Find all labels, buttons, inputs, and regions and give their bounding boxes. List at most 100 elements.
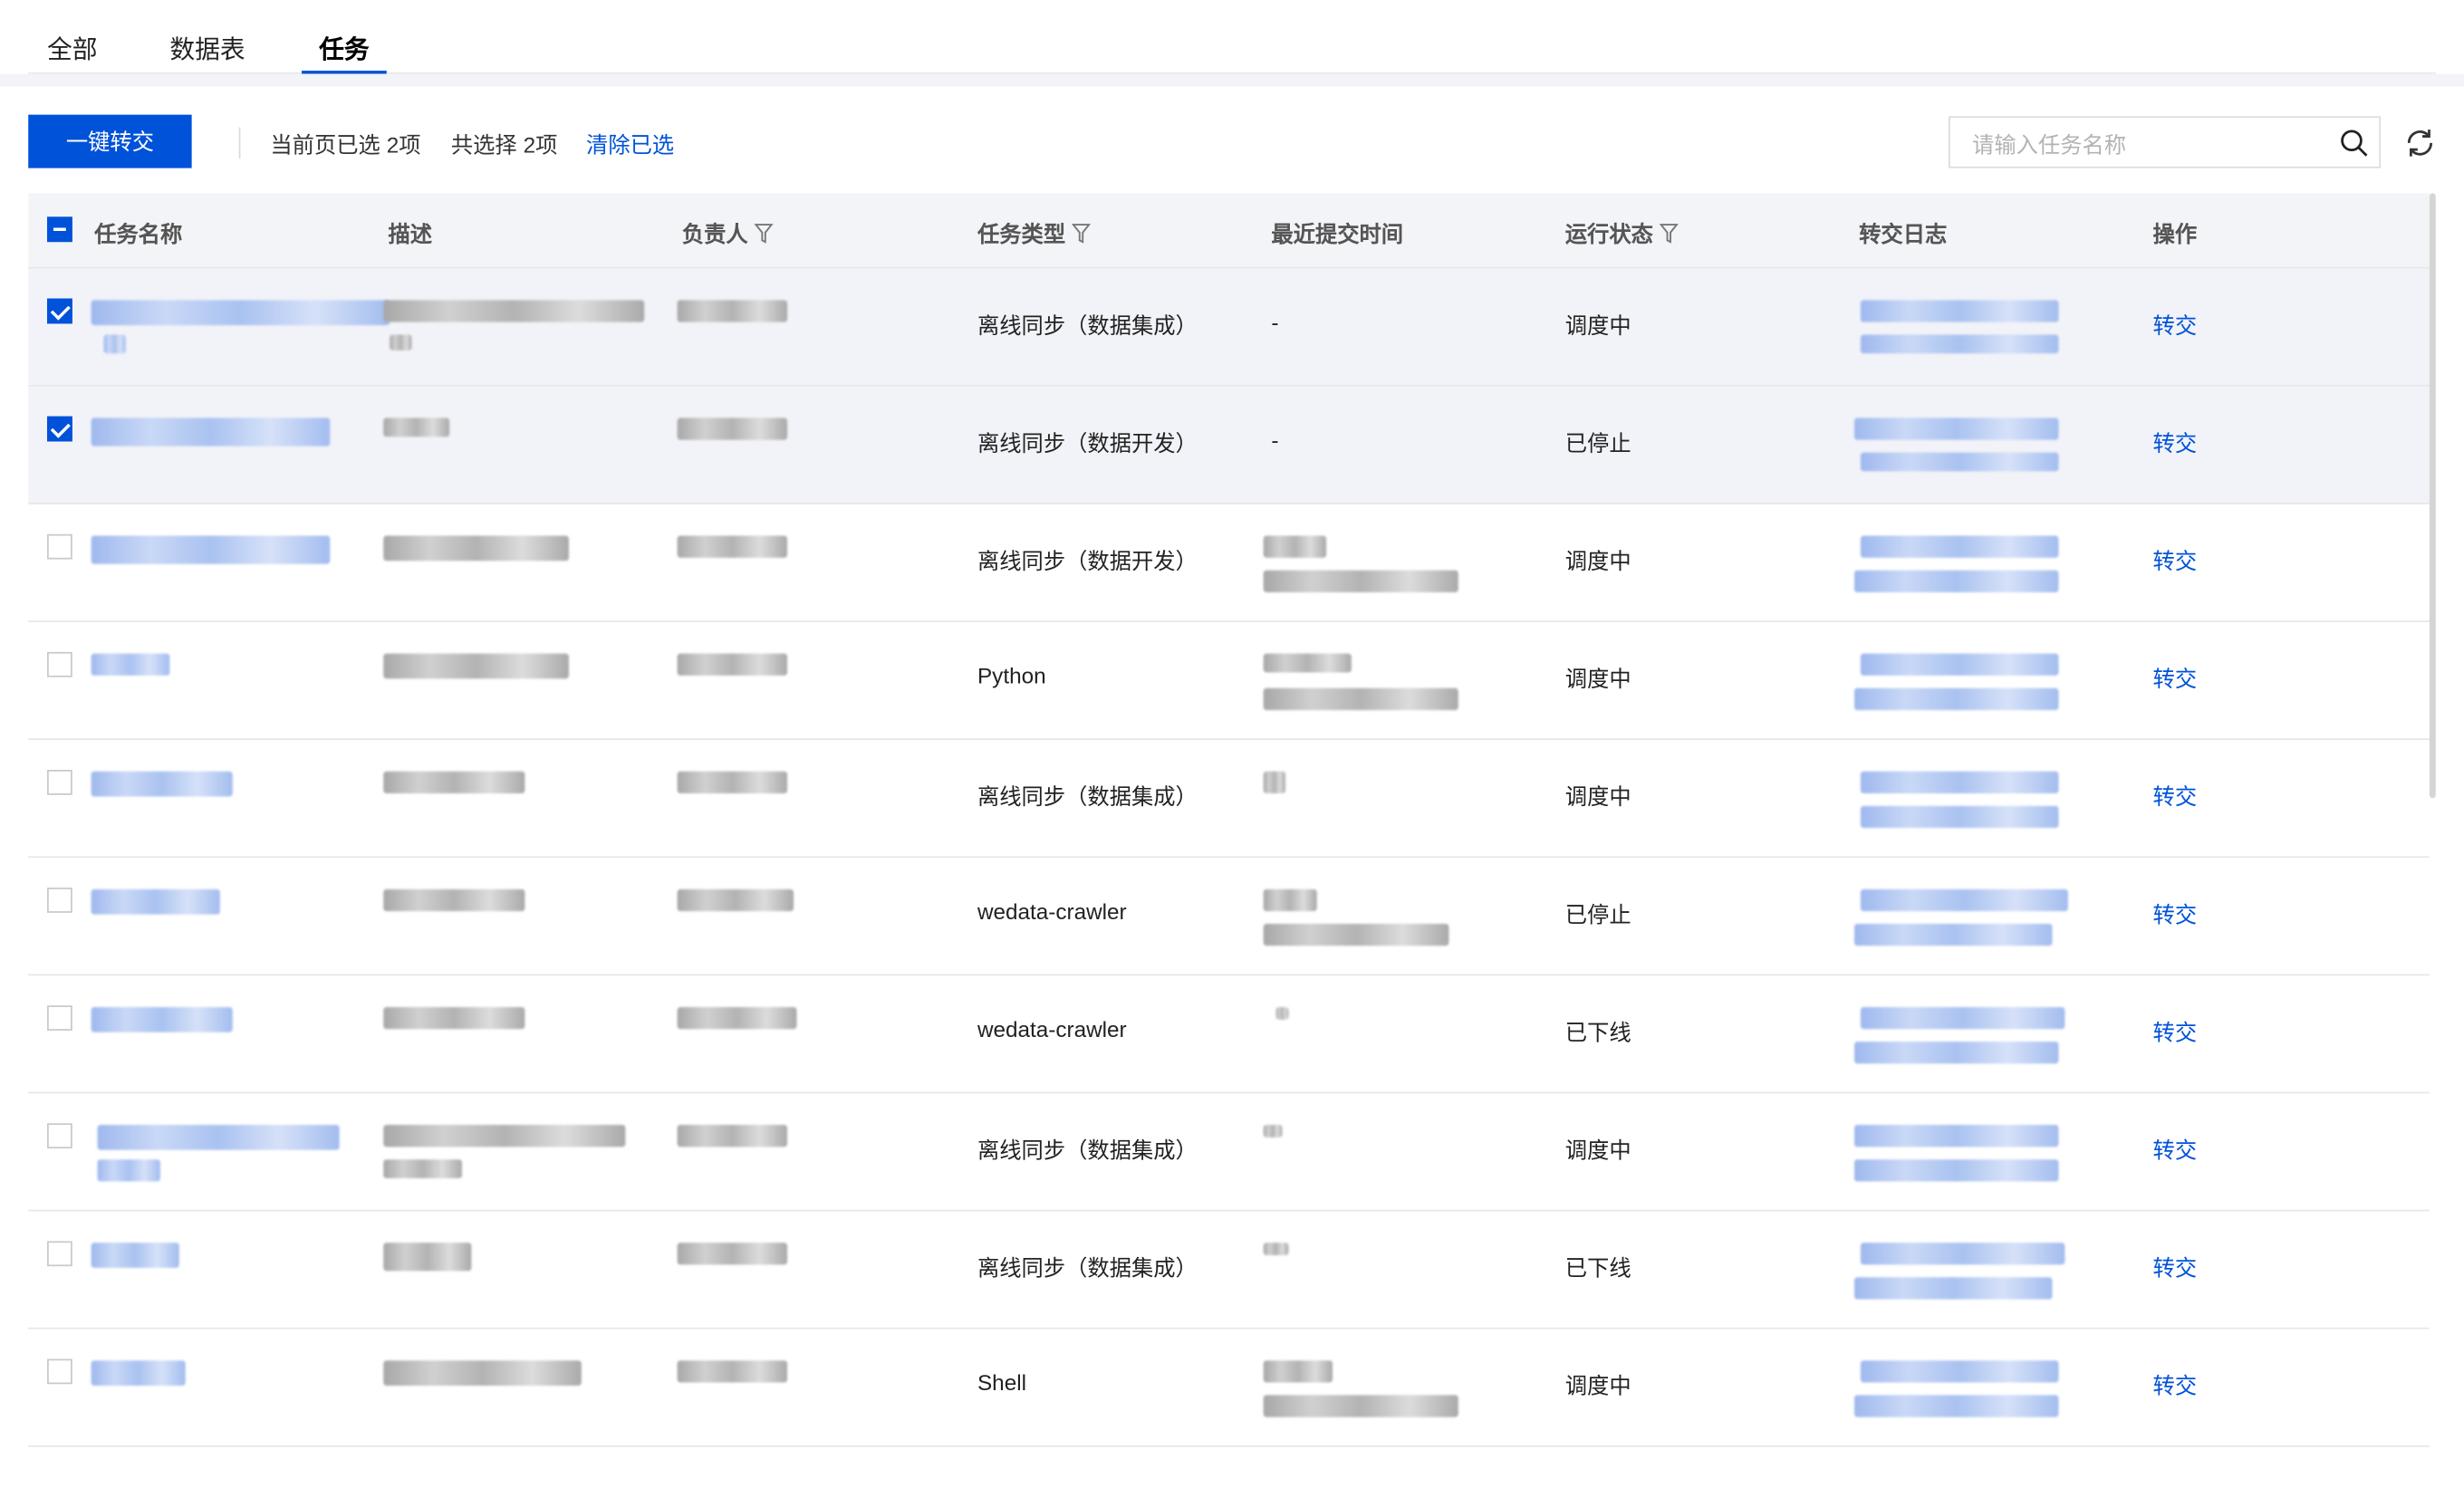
redacted-task-name[interactable] xyxy=(97,1159,160,1182)
row-checkbox[interactable] xyxy=(47,1123,72,1149)
transfer-link[interactable]: 转交 xyxy=(2153,310,2198,341)
row-checkbox[interactable] xyxy=(47,533,72,560)
row-checkbox[interactable] xyxy=(47,1005,72,1031)
table-scrollbar[interactable] xyxy=(2429,193,2436,799)
table-row[interactable]: wedata-crawler 已下线 转交 xyxy=(28,975,2430,1094)
batch-transfer-button[interactable]: 一键转交 xyxy=(28,114,192,168)
redacted-task-name[interactable] xyxy=(103,334,126,354)
toolbar-divider xyxy=(238,127,241,159)
redacted-transfer-log[interactable] xyxy=(1853,1277,2053,1300)
redacted-transfer-log[interactable] xyxy=(1853,1159,2059,1182)
redacted-transfer-log[interactable] xyxy=(1860,1243,2065,1265)
row-checkbox[interactable] xyxy=(47,770,72,795)
table-row[interactable]: 离线同步（数据开发） 调度中 转交 xyxy=(28,504,2430,622)
redacted-task-name[interactable] xyxy=(91,888,220,915)
redacted-description xyxy=(383,1125,626,1147)
redacted-submit-time xyxy=(1263,1395,1458,1417)
redacted-task-name[interactable] xyxy=(97,1125,340,1150)
redacted-transfer-log[interactable] xyxy=(1860,334,2059,354)
transfer-link[interactable]: 转交 xyxy=(2153,898,2198,930)
table-row[interactable]: 离线同步（数据开发） - 已停止 转交 xyxy=(28,386,2430,504)
transfer-link[interactable]: 转交 xyxy=(2153,1016,2198,1048)
transfer-link[interactable]: 转交 xyxy=(2153,663,2198,695)
transfer-link[interactable]: 转交 xyxy=(2153,545,2198,577)
redacted-description xyxy=(383,418,450,437)
redacted-task-name[interactable] xyxy=(91,653,170,676)
transfer-link[interactable]: 转交 xyxy=(2153,427,2198,459)
col-owner: 负责人 xyxy=(682,218,774,250)
redacted-transfer-log[interactable] xyxy=(1860,888,2068,912)
col-submit-time: 最近提交时间 xyxy=(1271,221,1404,247)
col-task-type: 任务类型 xyxy=(977,218,1091,250)
tab-tasks[interactable]: 任务 xyxy=(302,28,387,74)
redacted-transfer-log[interactable] xyxy=(1860,805,2059,829)
redacted-submit-time xyxy=(1275,1006,1289,1020)
redacted-description xyxy=(383,300,645,322)
task-table: 任务名称 描述 负责人 任务类型 最近提交时间 运行状态 转交日志 操作 离线同… xyxy=(28,193,2430,1447)
redacted-transfer-log[interactable] xyxy=(1853,924,2053,946)
row-checkbox[interactable] xyxy=(47,298,72,324)
redacted-transfer-log[interactable] xyxy=(1853,687,2059,711)
redacted-transfer-log[interactable] xyxy=(1860,653,2059,676)
tab-tables[interactable]: 数据表 xyxy=(169,28,245,72)
redacted-task-name[interactable] xyxy=(91,300,390,326)
redacted-transfer-log[interactable] xyxy=(1860,452,2059,472)
redacted-transfer-log[interactable] xyxy=(1860,1360,2059,1383)
filter-icon[interactable] xyxy=(1659,223,1679,244)
redacted-submit-time xyxy=(1263,1125,1283,1138)
table-row[interactable]: wedata-crawler 已停止 转交 xyxy=(28,858,2430,976)
refresh-icon[interactable] xyxy=(2402,126,2437,160)
redacted-task-name[interactable] xyxy=(91,535,331,564)
redacted-task-name[interactable] xyxy=(91,1360,186,1387)
table-header: 任务名称 描述 负责人 任务类型 最近提交时间 运行状态 转交日志 操作 xyxy=(28,193,2430,269)
redacted-transfer-log[interactable] xyxy=(1853,418,2059,440)
row-checkbox[interactable] xyxy=(47,1241,72,1267)
filter-icon[interactable] xyxy=(754,223,774,244)
row-checkbox[interactable] xyxy=(47,1358,72,1385)
redacted-transfer-log[interactable] xyxy=(1860,300,2059,322)
filter-icon[interactable] xyxy=(1072,223,1091,244)
select-all-checkbox[interactable] xyxy=(47,216,72,243)
transfer-link[interactable]: 转交 xyxy=(2153,1134,2198,1166)
redacted-submit-time xyxy=(1263,687,1458,711)
row-checkbox[interactable] xyxy=(47,888,72,913)
transfer-link[interactable]: 转交 xyxy=(2153,1253,2198,1284)
redacted-submit-time xyxy=(1263,888,1317,912)
redacted-owner xyxy=(677,418,788,440)
redacted-owner xyxy=(677,535,788,558)
table-row[interactable]: 离线同步（数据集成） 调度中 转交 xyxy=(28,740,2430,859)
col-run-status: 运行状态 xyxy=(1565,218,1679,250)
table-row[interactable]: 离线同步（数据集成） 已下线 转交 xyxy=(28,1211,2430,1330)
redacted-task-name[interactable] xyxy=(91,418,331,446)
redacted-task-name[interactable] xyxy=(91,1006,233,1032)
task-type: 离线同步（数据开发） xyxy=(977,430,1198,456)
redacted-owner xyxy=(677,653,788,676)
search-icon[interactable] xyxy=(2338,128,2370,159)
row-checkbox[interactable] xyxy=(47,416,72,442)
redacted-transfer-log[interactable] xyxy=(1853,1395,2059,1417)
redacted-transfer-log[interactable] xyxy=(1853,570,2059,592)
redacted-transfer-log[interactable] xyxy=(1860,535,2059,558)
transfer-link[interactable]: 转交 xyxy=(2153,1370,2198,1402)
table-row[interactable]: 离线同步（数据集成） - 调度中 转交 xyxy=(28,268,2430,387)
search-input[interactable] xyxy=(1968,127,2322,162)
tab-all[interactable]: 全部 xyxy=(47,28,98,72)
redacted-task-name[interactable] xyxy=(91,1243,179,1268)
col-task-name: 任务名称 xyxy=(94,221,183,247)
page-selected-label: 当前页已选 xyxy=(270,131,380,158)
clear-selection-link[interactable]: 清除已选 xyxy=(586,129,674,160)
transfer-link[interactable]: 转交 xyxy=(2153,781,2198,812)
table-row[interactable]: 离线同步（数据集成） 调度中 转交 xyxy=(28,1093,2430,1212)
redacted-transfer-log[interactable] xyxy=(1860,1006,2065,1030)
redacted-transfer-log[interactable] xyxy=(1853,1042,2059,1064)
row-checkbox[interactable] xyxy=(47,651,72,677)
run-status: 调度中 xyxy=(1564,548,1631,574)
table-row[interactable]: Python 调度中 转交 xyxy=(28,622,2430,741)
col-description: 描述 xyxy=(388,221,433,247)
redacted-transfer-log[interactable] xyxy=(1860,771,2059,794)
redacted-task-name[interactable] xyxy=(91,771,233,797)
col-action: 操作 xyxy=(2152,221,2198,247)
redacted-transfer-log[interactable] xyxy=(1853,1125,2059,1147)
table-row[interactable]: Shell 调度中 转交 xyxy=(28,1330,2430,1447)
task-transfer-page: 全部 数据表 任务 一键转交 当前页已选 2项 共选择 2项 清除已选 任务名称… xyxy=(0,0,2464,1488)
